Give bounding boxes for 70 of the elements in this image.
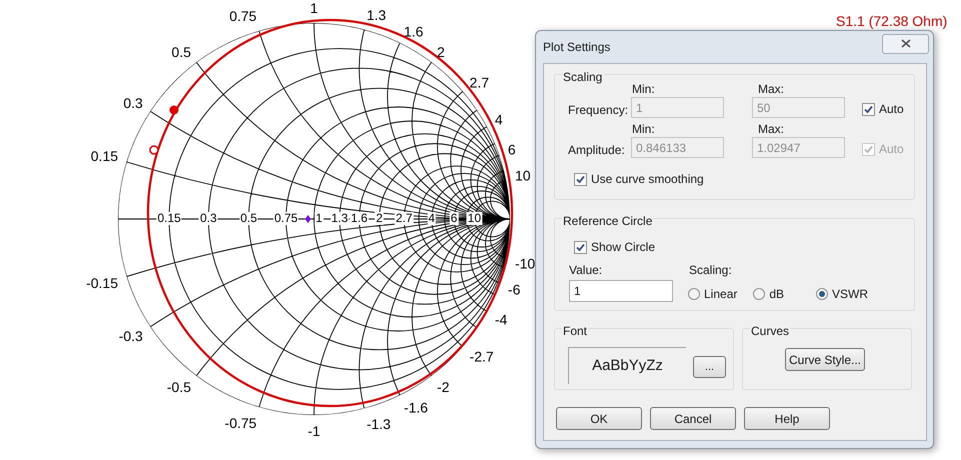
field-label: Max:	[758, 121, 784, 138]
axis-label: 10	[466, 212, 482, 225]
axis-label: 2	[437, 44, 445, 60]
axis-label: -2	[437, 379, 450, 395]
axis-label: -6	[508, 281, 520, 298]
axis-label: -0.75	[224, 414, 257, 431]
font-sample: AaBbYyZz	[568, 347, 686, 384]
axis-label: -10	[514, 256, 536, 272]
font-button[interactable]: ...	[693, 356, 726, 378]
axis-label: 6	[450, 212, 458, 225]
axis-label: 1.6	[350, 212, 369, 225]
axis-label: 0.3	[199, 212, 218, 225]
axis-label: -1.6	[404, 399, 428, 416]
field-label: Value:	[569, 262, 602, 279]
axis-label: 2	[374, 212, 384, 225]
axis-label: 1	[310, 0, 318, 16]
checkbox-label: Show Circle	[591, 239, 656, 256]
axis-label: 0.15	[90, 148, 118, 164]
axis-label: 1.3	[366, 6, 386, 23]
radio-button[interactable]	[753, 288, 766, 300]
marker-ring	[149, 145, 159, 155]
axis-label: 10	[514, 167, 531, 184]
dialog-button[interactable]: OK	[556, 407, 642, 430]
axis-label: 4	[427, 212, 436, 225]
radio-label: VSWR	[832, 286, 868, 303]
axis-label: 2.7	[470, 74, 489, 90]
close-button[interactable]	[882, 34, 929, 54]
axis-label: 0.75	[229, 8, 257, 24]
checkbox-label: Use curve smoothing	[591, 171, 704, 188]
axis-label: 0.15	[156, 212, 182, 225]
axis-label: 1	[314, 212, 324, 225]
field-label: Min:	[632, 81, 655, 98]
marker-dot	[170, 106, 178, 114]
axis-label: -0.5	[166, 379, 191, 395]
axis-label: -2.7	[470, 348, 494, 365]
axis-label: -0.3	[118, 328, 143, 344]
axis-label: 0.5	[172, 44, 191, 60]
radio-button[interactable]	[688, 288, 700, 300]
axis-label: -4	[494, 311, 508, 328]
axis-label: -0.15	[86, 275, 118, 292]
dialog-button[interactable]: Cancel	[650, 407, 736, 430]
checkbox-label: Auto	[879, 141, 904, 158]
dialog-button[interactable]: Help	[744, 407, 830, 430]
axis-label: 0.3	[123, 95, 143, 112]
axis-label: -1	[308, 423, 320, 439]
field-label: Scaling:	[689, 262, 732, 279]
axis-label: 0.5	[239, 212, 258, 225]
axis-label: 1.6	[404, 24, 424, 40]
radio-label: dB	[769, 286, 784, 303]
field-label: Max:	[758, 81, 784, 98]
chart-title: S1.1 (72.38 Ohm)	[836, 12, 948, 31]
row-label: Frequency:	[568, 102, 628, 119]
checkbox-label: Auto	[879, 101, 904, 118]
value-field[interactable]: 1	[569, 280, 673, 302]
field-label: Min:	[632, 121, 655, 138]
close-icon	[900, 39, 910, 48]
axis-label: 4	[494, 112, 503, 128]
axis-label: 0.75	[273, 212, 299, 225]
radio-button[interactable]	[816, 288, 828, 300]
checkbox[interactable]	[574, 240, 587, 254]
axis-label: 2.7	[394, 212, 414, 225]
axis-label: 1.3	[330, 212, 349, 225]
checkbox[interactable]	[574, 172, 587, 186]
row-label: Amplitude:	[568, 142, 625, 159]
curve-style-button[interactable]: Curve Style...	[785, 348, 865, 371]
dialog-title: Plot Settings	[543, 38, 610, 56]
radio-label: Linear	[704, 286, 738, 303]
center-marker-icon	[305, 215, 311, 223]
axis-label: -1.3	[366, 416, 391, 432]
axis-label: 6	[508, 142, 516, 158]
